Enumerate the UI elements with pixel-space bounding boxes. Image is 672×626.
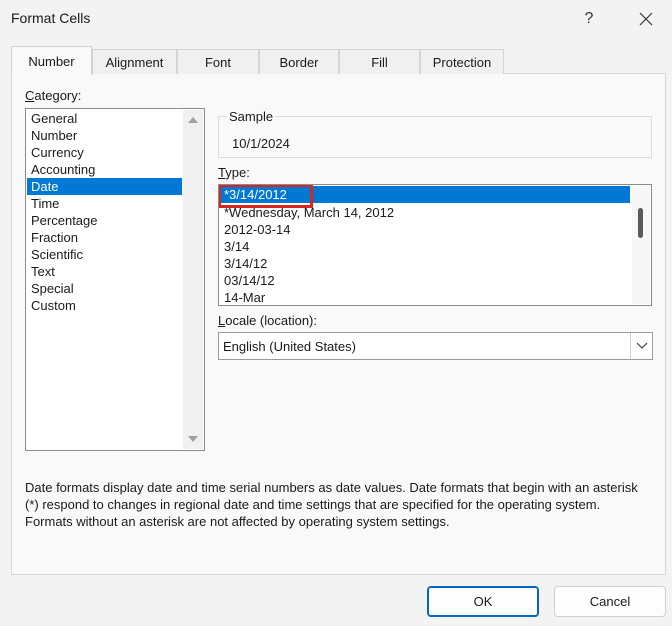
ok-button[interactable]: OK [427,586,539,617]
locale-dropdown-button[interactable] [630,333,652,359]
tab-border[interactable]: Border [259,49,339,74]
locale-value: English (United States) [223,339,356,354]
tab-protection[interactable]: Protection [420,49,504,74]
locale-label-text: ocale (location): [225,313,318,328]
title-bar: Format Cells ? [0,0,672,38]
category-label: Category: [25,88,81,103]
tab-number[interactable]: Number [11,46,92,75]
type-item[interactable]: 3/14 [220,238,630,255]
category-scrollbar[interactable] [183,110,203,449]
scroll-down-icon[interactable] [188,436,198,442]
category-item-general[interactable]: General [27,110,182,127]
tab-font[interactable]: Font [177,49,259,74]
ok-button-label: OK [473,594,493,609]
category-item-currency[interactable]: Currency [27,144,182,161]
description-line: (*) respond to changes in regional date … [25,497,601,512]
type-label-text: ype: [225,165,250,180]
tab-label: Number [28,53,75,69]
tab-label: Border [279,54,319,70]
category-item-fraction[interactable]: Fraction [27,229,182,246]
help-button[interactable]: ? [569,4,609,34]
category-item-special[interactable]: Special [27,280,182,297]
sample-value: 10/1/2024 [232,136,290,151]
category-item-custom[interactable]: Custom [27,297,182,314]
description-line: Date formats display date and time seria… [25,480,638,495]
category-label-text: ategory: [34,88,82,103]
category-item-accounting[interactable]: Accounting [27,161,182,178]
type-item[interactable]: 3/14/12 [220,255,630,272]
chevron-down-icon [636,342,647,349]
close-button[interactable] [626,4,666,34]
description-line: Formats without an asterisk are not affe… [25,514,450,529]
type-item[interactable]: 2012-03-14 [220,221,630,238]
format-description: Date formats display date and time seria… [25,479,660,530]
category-item-number[interactable]: Number [27,127,182,144]
locale-dropdown[interactable]: English (United States) [218,332,653,360]
category-label-accesskey: C [25,88,35,103]
cancel-button-label: Cancel [589,594,631,609]
category-item-percentage[interactable]: Percentage [27,212,182,229]
category-item-time[interactable]: Time [27,195,182,212]
dialog-title: Format Cells [11,10,91,26]
cancel-button[interactable]: Cancel [554,586,666,617]
category-item-date[interactable]: Date [27,178,182,195]
tab-alignment[interactable]: Alignment [92,49,177,74]
close-icon [639,12,653,26]
tab-label: Alignment [105,54,164,70]
sample-label: Sample [227,109,276,124]
type-item[interactable]: 03/14/12 [220,272,630,289]
type-label: Type: [218,165,250,180]
tab-label: Protection [432,54,492,70]
tab-fill[interactable]: Fill [339,49,420,74]
type-scrollbar[interactable] [632,186,650,304]
category-item-text[interactable]: Text [27,263,182,280]
selection-highlight-box [219,185,313,208]
format-cells-dialog: Format Cells ? Number Alignment Font Bor… [0,0,672,626]
tab-label: Font [204,54,231,70]
help-icon: ? [584,10,594,27]
category-list[interactable]: General Number Currency Accounting Date … [25,108,205,451]
type-list[interactable]: *3/14/2012 *Wednesday, March 14, 2012 20… [218,184,652,306]
category-item-scientific[interactable]: Scientific [27,246,182,263]
locale-label: Locale (location): [218,313,317,328]
type-item[interactable]: 14-Mar [220,289,630,305]
scroll-thumb[interactable] [638,208,643,238]
tab-label: Fill [371,54,388,70]
scroll-up-icon[interactable] [188,117,198,123]
